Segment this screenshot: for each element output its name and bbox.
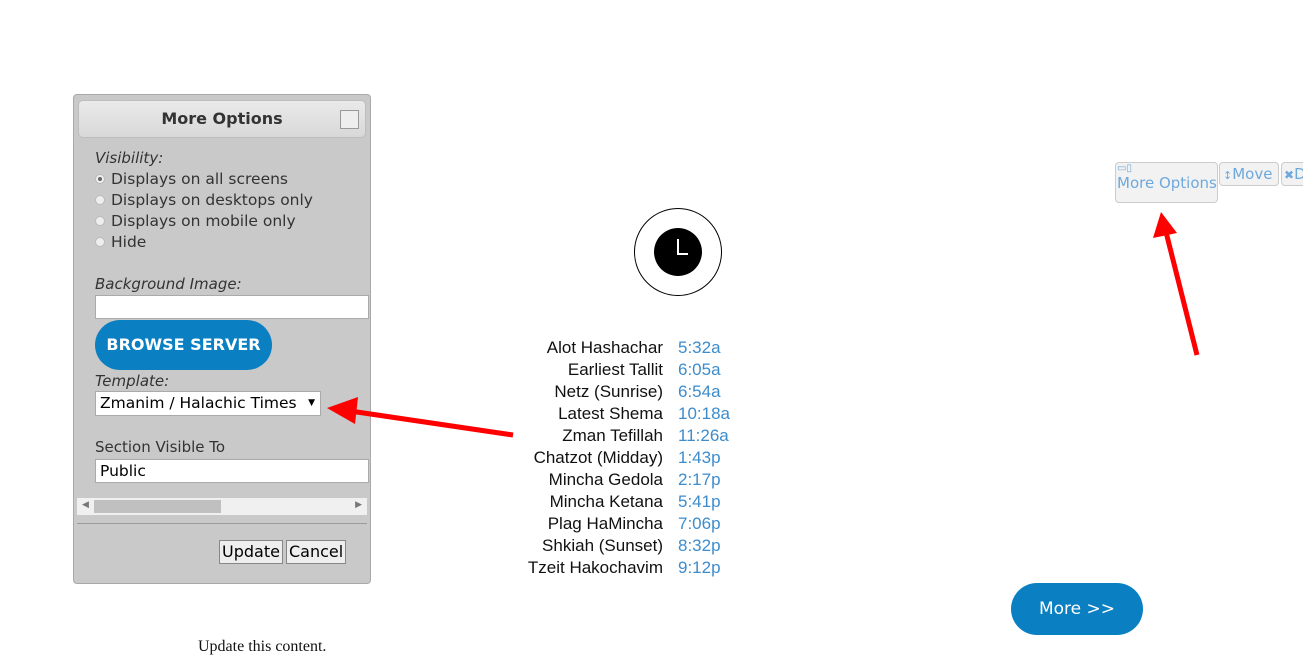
arrow-to-more-options: [1163, 231, 1200, 356]
arrow-to-template: [349, 408, 514, 438]
arrowhead: [327, 397, 358, 424]
annotation-arrows: [327, 212, 1200, 438]
arrowhead: [1153, 212, 1177, 238]
